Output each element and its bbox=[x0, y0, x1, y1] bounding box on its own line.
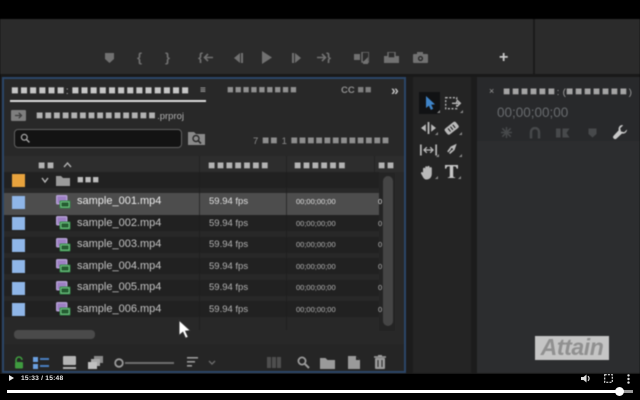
svg-text:}: } bbox=[326, 52, 331, 63]
svg-text:{: { bbox=[198, 52, 203, 63]
